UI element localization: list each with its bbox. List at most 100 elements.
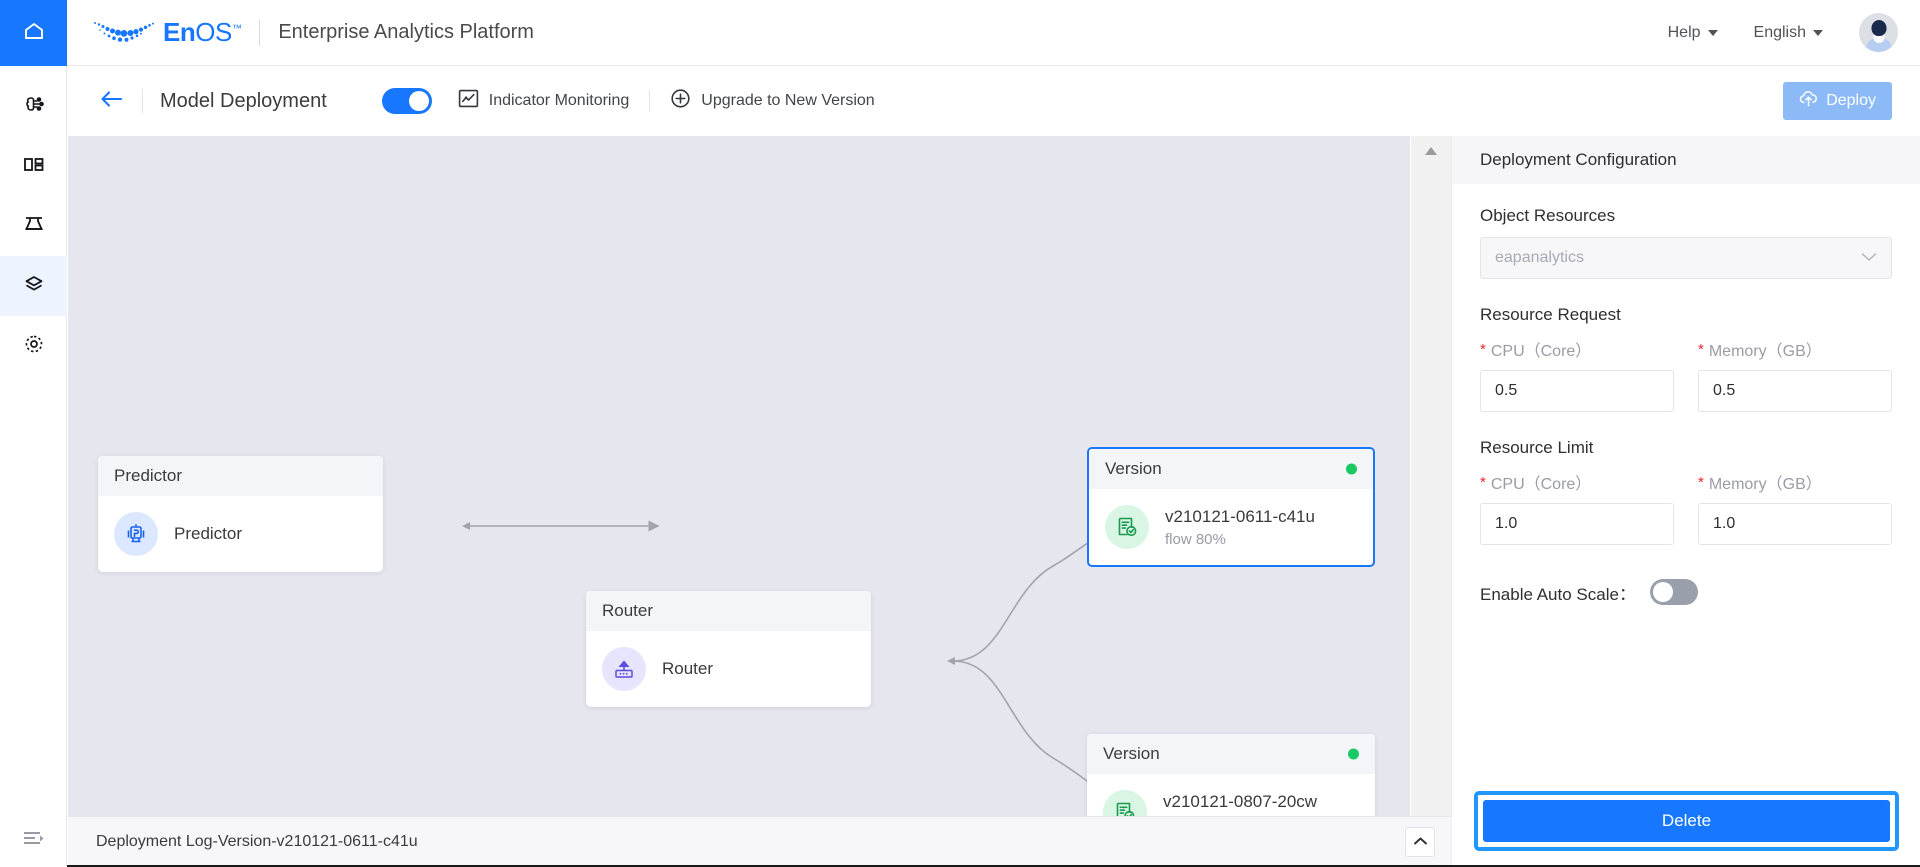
application-window: EnOS™ Enterprise Analytics Platform Help… — [0, 0, 1920, 867]
node-label: Predictor — [174, 524, 243, 543]
collapse-sidebar-icon — [21, 828, 47, 853]
settings-target-icon — [21, 331, 47, 362]
memory-label-text: Memory（GB） — [1708, 343, 1822, 360]
version-document-icon — [1105, 505, 1149, 549]
language-menu[interactable]: English — [1754, 24, 1823, 42]
indicator-monitoring-button[interactable]: Indicator Monitoring — [458, 88, 629, 114]
left-nav-rail — [0, 0, 67, 867]
request-cpu-group: * CPU（Core） — [1480, 337, 1674, 412]
language-label: English — [1753, 23, 1806, 41]
toolbar-divider — [142, 89, 143, 113]
plus-circle-icon — [670, 88, 691, 114]
rail-item-list — [0, 66, 67, 376]
cpu-label-text: CPU（Core） — [1490, 476, 1592, 493]
version-document-icon — [1103, 790, 1147, 816]
object-resources-select[interactable]: eapanalytics — [1480, 237, 1892, 279]
sidebar-item-settings[interactable] — [0, 316, 67, 376]
resource-request-label: Resource Request — [1480, 305, 1621, 324]
scroll-up-arrow-icon[interactable] — [1424, 143, 1438, 161]
sidebar-item-ai-model[interactable] — [0, 76, 67, 136]
brand-name: EnOS™ — [163, 17, 242, 47]
home-button[interactable] — [0, 0, 67, 66]
header-divider — [259, 19, 261, 46]
auto-scale-label: Enable Auto Scale： — [1480, 584, 1636, 604]
required-asterisk-icon: * — [1698, 340, 1704, 358]
avatar-head — [1871, 20, 1886, 36]
predictor-icon — [114, 512, 158, 556]
deploy-button[interactable]: Deploy — [1783, 82, 1892, 120]
chevron-up-icon — [1413, 833, 1428, 851]
auto-scale-toggle[interactable] — [1649, 579, 1698, 605]
resource-request-row: * CPU（Core） * Memory（GB） — [1480, 337, 1892, 412]
chevron-down-icon — [1813, 29, 1823, 36]
deploy-label: Deploy — [1826, 92, 1876, 109]
log-collapse-button[interactable] — [1405, 827, 1435, 857]
lab-flask-icon — [21, 211, 47, 242]
deployment-configuration-panel: Deployment Configuration Object Resource… — [1451, 136, 1920, 867]
memory-label-text: Memory（GB） — [1708, 476, 1822, 493]
request-memory-input[interactable] — [1698, 370, 1892, 412]
node-label: Router — [662, 659, 714, 678]
chart-monitor-icon — [458, 88, 479, 114]
deployment-layers-icon — [20, 270, 48, 303]
help-label: Help — [1667, 23, 1701, 41]
cpu-label-text: CPU（Core） — [1490, 343, 1592, 360]
panel-title: Deployment Configuration — [1452, 136, 1920, 184]
canvas-node-version-top[interactable]: Version v210121-0611-c41u flow 80% — [1087, 447, 1375, 567]
ai-model-icon — [20, 90, 48, 123]
object-resources-value: eapanalytics — [1495, 249, 1584, 266]
sidebar-item-deployment[interactable] — [0, 256, 67, 316]
node-flow-label: flow 80% — [1165, 530, 1226, 548]
resource-limit-label: Resource Limit — [1480, 438, 1594, 457]
avatar[interactable] — [1859, 13, 1898, 52]
sidebar-item-lab[interactable] — [0, 196, 67, 256]
upgrade-version-label: Upgrade to New Version — [701, 92, 875, 109]
limit-memory-input[interactable] — [1698, 503, 1892, 545]
object-resources-label: Object Resources — [1480, 206, 1616, 225]
node-header-label: Version — [1105, 459, 1162, 478]
upgrade-version-button[interactable]: Upgrade to New Version — [670, 88, 875, 114]
trademark-symbol: ™ — [231, 23, 242, 35]
page-title: Enterprise Analytics Platform — [278, 21, 534, 43]
canvas-node-version-bottom[interactable]: Version v210121-0807-20cw flow 20% — [1087, 734, 1375, 816]
node-label: v210121-0807-20cw — [1163, 791, 1318, 811]
back-arrow-icon — [99, 89, 125, 114]
node-body: Predictor — [98, 496, 383, 572]
request-cpu-input[interactable] — [1480, 370, 1674, 412]
delete-button[interactable]: Delete — [1483, 800, 1890, 842]
router-icon — [602, 647, 646, 691]
request-cpu-label: * CPU（Core） — [1480, 337, 1674, 361]
canvas-node-predictor[interactable]: Predictor Predictor — [98, 456, 383, 572]
toolbar-title: Model Deployment — [160, 89, 327, 112]
node-header: Version — [1089, 449, 1373, 489]
delete-button-highlight: Delete — [1474, 791, 1899, 851]
home-icon — [22, 19, 46, 48]
panel-form: Object Resources eapanalytics Resource R… — [1452, 184, 1920, 605]
collapse-sidebar-button[interactable] — [0, 828, 67, 853]
required-asterisk-icon: * — [1480, 340, 1486, 358]
chevron-down-icon — [1707, 29, 1718, 36]
brand-logo[interactable]: EnOS™ — [91, 17, 242, 48]
node-header-label: Predictor — [114, 466, 183, 485]
limit-cpu-input[interactable] — [1480, 503, 1674, 545]
back-button[interactable] — [99, 89, 125, 114]
node-header: Predictor — [98, 456, 383, 496]
node-label: v210121-0611-c41u — [1165, 506, 1315, 526]
required-asterisk-icon: * — [1480, 473, 1486, 491]
status-badge — [1346, 463, 1357, 475]
help-menu[interactable]: Help — [1668, 24, 1718, 42]
deployment-canvas[interactable]: Predictor Predictor Router Router Versio… — [68, 136, 1410, 816]
sidebar-item-dashboard[interactable] — [0, 136, 67, 196]
dashboard-icon — [21, 151, 47, 182]
canvas-node-router[interactable]: Router Router — [586, 591, 871, 707]
top-header: EnOS™ Enterprise Analytics Platform Help… — [67, 0, 1920, 66]
request-memory-label: * Memory（GB） — [1698, 337, 1892, 361]
enable-deployment-toggle[interactable] — [381, 88, 432, 114]
node-body: v210121-0807-20cw flow 20% — [1087, 774, 1375, 816]
limit-cpu-group: * CPU（Core） — [1480, 470, 1674, 545]
node-body: v210121-0611-c41u flow 80% — [1089, 489, 1373, 565]
toolbar-divider-2 — [649, 90, 651, 112]
node-body: Router — [586, 631, 871, 707]
canvas-vertical-scrollbar[interactable] — [1411, 136, 1451, 816]
auto-scale-row: Enable Auto Scale： — [1480, 579, 1892, 605]
